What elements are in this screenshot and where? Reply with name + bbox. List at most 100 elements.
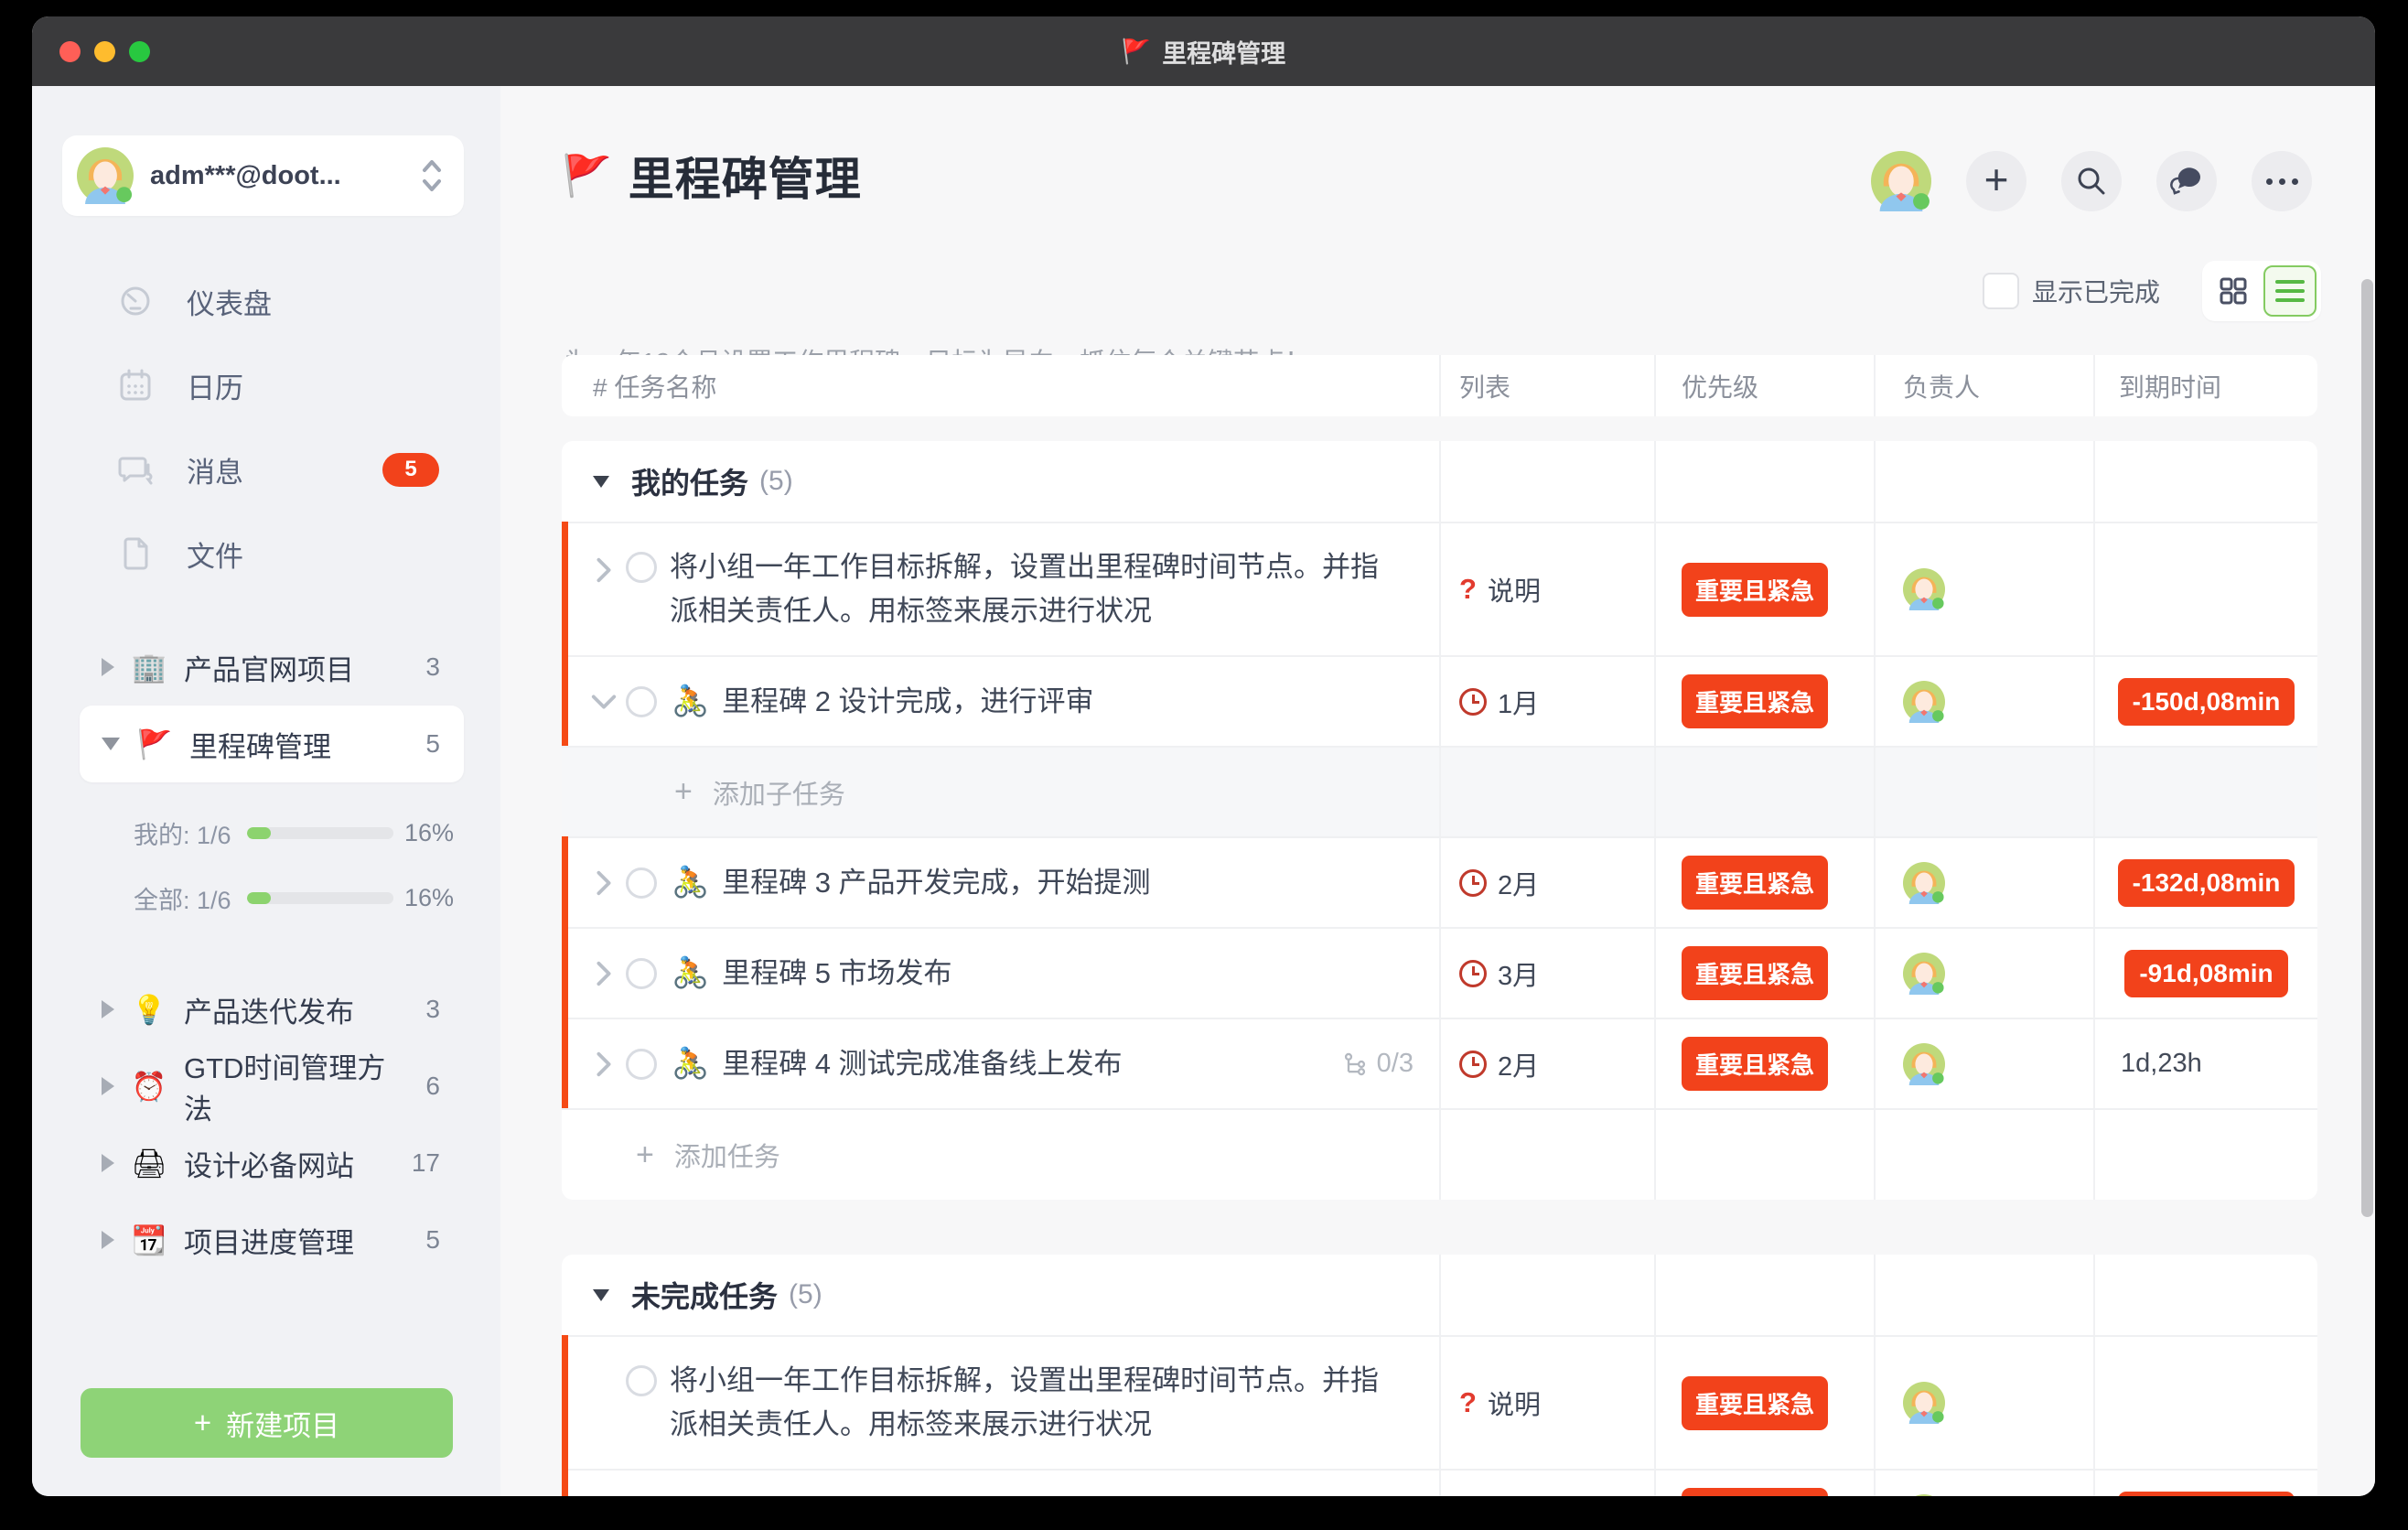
group-header-row[interactable]: 我的任务 (5) bbox=[562, 441, 2317, 522]
chat-icon bbox=[2169, 164, 2204, 199]
collapse-arrow-icon[interactable] bbox=[593, 476, 609, 488]
chevron-right-icon[interactable] bbox=[593, 556, 615, 584]
due-cell[interactable]: -150d,08min bbox=[2093, 657, 2317, 746]
expand-arrow-icon[interactable] bbox=[102, 1154, 114, 1172]
chevron-right-icon[interactable] bbox=[593, 1051, 615, 1078]
chevron-down-icon[interactable] bbox=[593, 688, 615, 716]
due-cell[interactable]: -132d,08min bbox=[2093, 838, 2317, 927]
complete-task-checkbox[interactable] bbox=[626, 552, 657, 583]
sidebar-item-label: 消息 bbox=[187, 449, 243, 490]
progress-bar bbox=[247, 892, 393, 904]
user-account-switcher[interactable]: adm***@doot... bbox=[62, 135, 464, 216]
assignee-cell[interactable] bbox=[1874, 1471, 2093, 1496]
assignee-cell[interactable] bbox=[1874, 1337, 2093, 1469]
sidebar-item-files[interactable]: 文件 bbox=[32, 512, 500, 596]
add-subtask-row[interactable]: + 添加子任务 bbox=[562, 746, 2317, 836]
zoom-window-button[interactable] bbox=[129, 41, 150, 62]
close-window-button[interactable] bbox=[59, 41, 81, 62]
more-button[interactable] bbox=[2252, 151, 2312, 211]
task-row[interactable]: 将小组一年工作目标拆解，设置出里程碑时间节点。并指派相关责任人。用标签来展示进行… bbox=[562, 522, 2317, 655]
page-title: 里程碑管理 bbox=[629, 143, 862, 209]
show-completed-label: 显示已完成 bbox=[2032, 273, 2160, 309]
list-cell[interactable]: 2月 bbox=[1439, 838, 1654, 927]
project-label: 产品迭代发布 bbox=[184, 989, 354, 1030]
list-cell[interactable]: 3月 bbox=[1439, 929, 1654, 1018]
list-cell[interactable]: 1月 bbox=[1439, 657, 1654, 746]
sidebar-item-dashboard[interactable]: 仪表盘 bbox=[32, 259, 500, 343]
expand-arrow-icon[interactable] bbox=[102, 1000, 114, 1018]
assignee-cell[interactable] bbox=[1874, 838, 2093, 927]
expand-arrow-icon[interactable] bbox=[102, 658, 114, 676]
priority-cell[interactable]: 重要且紧急 bbox=[1654, 1019, 1874, 1108]
due-cell[interactable]: -91d,08min bbox=[2093, 929, 2317, 1018]
list-cell[interactable]: 1月 bbox=[1439, 1471, 1654, 1496]
flag-icon: 🚩 bbox=[1122, 38, 1151, 66]
project-item[interactable]: 💡 产品迭代发布 3 bbox=[80, 971, 464, 1048]
add-task-row[interactable]: + 添加任务 bbox=[562, 1108, 2317, 1200]
list-view-button[interactable] bbox=[2263, 265, 2317, 317]
minimize-window-button[interactable] bbox=[94, 41, 115, 62]
assignee-cell[interactable] bbox=[1874, 1019, 2093, 1108]
project-item[interactable]: ⏰ GTD时间管理方法 6 bbox=[80, 1048, 464, 1125]
due-cell[interactable]: 1d,23h bbox=[2093, 1019, 2317, 1108]
search-button[interactable] bbox=[2061, 151, 2122, 211]
project-item-selected[interactable]: 🚩 里程碑管理 5 bbox=[80, 706, 464, 782]
priority-cell[interactable]: 重要且紧急 bbox=[1654, 838, 1874, 927]
task-row[interactable]: 将小组一年工作目标拆解，设置出里程碑时间节点。并指派相关责任人。用标签来展示进行… bbox=[562, 1335, 2317, 1469]
new-project-button[interactable]: + 新建项目 bbox=[81, 1388, 453, 1458]
priority-cell[interactable]: 重要且紧急 bbox=[1654, 929, 1874, 1018]
chat-button[interactable] bbox=[2156, 151, 2217, 211]
chevron-right-icon[interactable] bbox=[593, 869, 615, 897]
task-row[interactable]: 🚴 里程碑 2 设计完成，进行评审 1月 重要且紧急 -150d,08min bbox=[562, 655, 2317, 746]
progress-bar bbox=[247, 827, 393, 839]
progress-row-all: 全部: 1/6 16% bbox=[32, 866, 500, 931]
collapse-arrow-icon[interactable] bbox=[102, 738, 120, 750]
sidebar-item-calendar[interactable]: 日历 bbox=[32, 343, 500, 427]
task-row[interactable]: 🚴 里程碑 3 产品开发完成，开始提测 2月 重要且紧急 -132d,08min bbox=[562, 836, 2317, 927]
group-header-row[interactable]: 未完成任务 (5) bbox=[562, 1255, 2317, 1335]
add-button[interactable]: + bbox=[1966, 151, 2026, 211]
column-header: 优先级 bbox=[1682, 368, 1758, 404]
priority-cell[interactable]: 重要且紧急 bbox=[1654, 523, 1874, 655]
priority-cell[interactable]: 重要且紧急 bbox=[1654, 1471, 1874, 1496]
member-avatar[interactable] bbox=[1871, 151, 1931, 211]
project-item[interactable]: 🖨 设计必备网站 17 bbox=[80, 1125, 464, 1201]
task-row[interactable]: 🚴 里程碑 2 设计完成，进行评审 1月 重要且紧急 -150d,08min bbox=[562, 1469, 2317, 1496]
priority-cell[interactable]: 重要且紧急 bbox=[1654, 657, 1874, 746]
task-row[interactable]: 🚴 里程碑 4 测试完成准备线上发布 bbox=[562, 1018, 2317, 1108]
list-cell[interactable]: ? 说明 bbox=[1439, 1337, 1654, 1469]
due-cell[interactable] bbox=[2093, 523, 2317, 655]
show-completed-checkbox[interactable] bbox=[1983, 273, 2019, 309]
priority-badge: 重要且紧急 bbox=[1682, 1488, 1828, 1496]
list-cell[interactable]: ? 说明 bbox=[1439, 523, 1654, 655]
complete-task-checkbox[interactable] bbox=[626, 686, 657, 717]
priority-cell[interactable]: 重要且紧急 bbox=[1654, 1337, 1874, 1469]
due-cell[interactable] bbox=[2093, 1337, 2317, 1469]
complete-task-checkbox[interactable] bbox=[626, 1365, 657, 1396]
complete-task-checkbox[interactable] bbox=[626, 958, 657, 989]
project-item[interactable]: 🏢 产品官网项目 3 bbox=[80, 629, 464, 706]
project-list: 🏢 产品官网项目 3 🚩 里程碑管理 5 我的: 1/6 16% bbox=[32, 629, 500, 1278]
vertical-scrollbar[interactable] bbox=[2361, 279, 2373, 1217]
grid-view-button[interactable] bbox=[2207, 265, 2260, 317]
assignee-cell[interactable] bbox=[1874, 523, 2093, 655]
expand-arrow-icon[interactable] bbox=[102, 1077, 114, 1095]
chevron-right-icon[interactable] bbox=[593, 960, 615, 987]
list-label: 1月 bbox=[1498, 683, 1539, 721]
plus-icon: + bbox=[1984, 155, 2009, 204]
sidebar-item-label: 仪表盘 bbox=[187, 281, 272, 322]
assignee-cell[interactable] bbox=[1874, 657, 2093, 746]
complete-task-checkbox[interactable] bbox=[626, 1049, 657, 1080]
collapse-arrow-icon[interactable] bbox=[593, 1289, 609, 1301]
due-cell[interactable]: -150d,08min bbox=[2093, 1471, 2317, 1496]
complete-task-checkbox[interactable] bbox=[626, 867, 657, 899]
list-cell[interactable]: 2月 bbox=[1439, 1019, 1654, 1108]
task-emoji: 🚴 bbox=[672, 955, 709, 991]
project-icon: 📆 bbox=[131, 1223, 167, 1257]
assignee-cell[interactable] bbox=[1874, 929, 2093, 1018]
task-row[interactable]: 🚴 里程碑 5 市场发布 3月 重要且紧急 -91d,08min bbox=[562, 927, 2317, 1018]
sidebar-item-messages[interactable]: 消息 5 bbox=[32, 427, 500, 512]
expand-arrow-icon[interactable] bbox=[102, 1231, 114, 1249]
ellipsis-icon bbox=[2266, 178, 2298, 185]
project-item[interactable]: 📆 项目进度管理 5 bbox=[80, 1201, 464, 1278]
